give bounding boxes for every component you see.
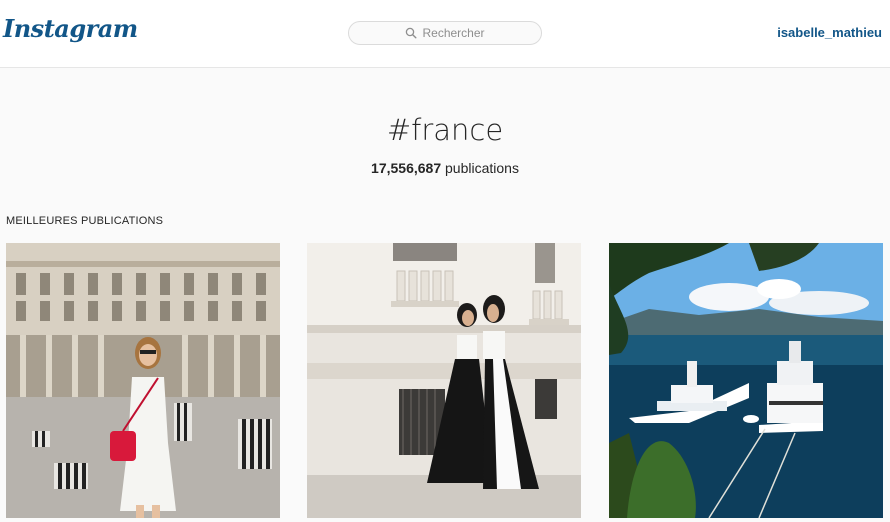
top-post-thumbnail-3[interactable]: [609, 243, 883, 518]
yachts-photo: [609, 243, 883, 518]
top-posts-heading: MEILLEURES PUBLICATIONS: [6, 215, 164, 227]
search-box[interactable]: Rechercher: [348, 21, 542, 45]
post-count: 17,556,687 publications: [0, 160, 890, 176]
post-count-number: 17,556,687: [371, 160, 442, 176]
instagram-logo[interactable]: Instagram: [3, 14, 138, 43]
post-count-label: publications: [441, 160, 519, 176]
top-navigation-bar: Instagram Rechercher isabelle_mathieu: [0, 0, 890, 68]
search-placeholder: Rechercher: [422, 26, 485, 40]
top-post-thumbnail-2[interactable]: [307, 243, 581, 518]
top-post-thumbnail-1[interactable]: [6, 243, 280, 518]
courtyard-photo: [6, 243, 280, 518]
search-icon: [406, 27, 417, 39]
hashtag-title: #france: [386, 113, 504, 147]
two-women-photo: [307, 243, 581, 518]
profile-username-link[interactable]: isabelle_mathieu: [777, 25, 882, 40]
